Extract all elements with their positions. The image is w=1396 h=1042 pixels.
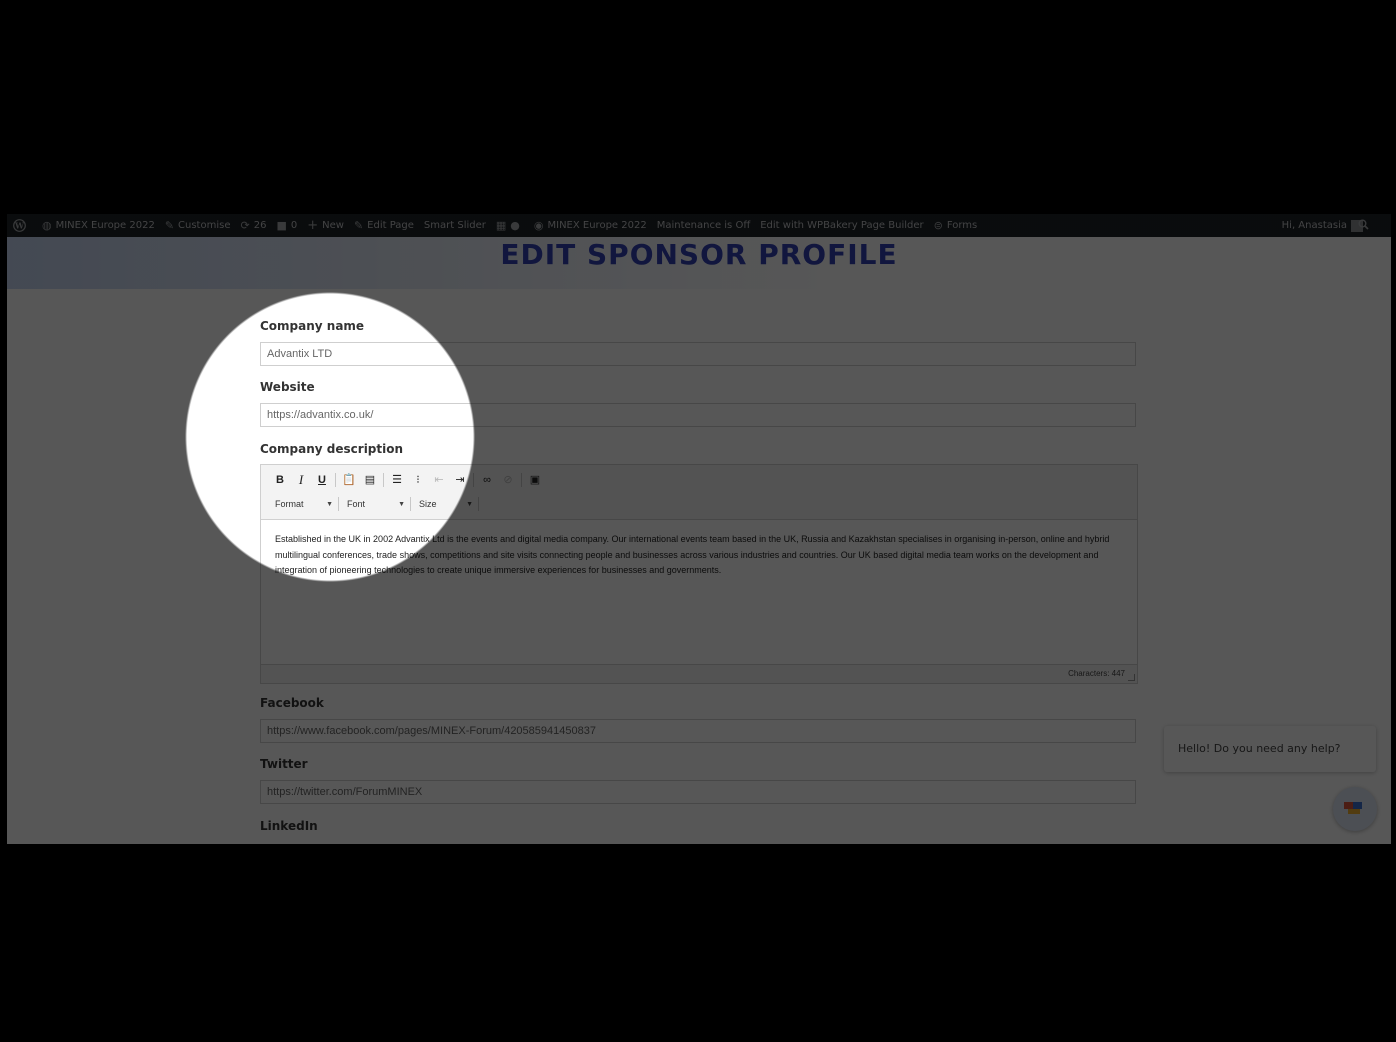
format-select[interactable]: Format ▼ xyxy=(271,496,337,512)
twitter-input[interactable]: https://twitter.com/ForumMINEX xyxy=(260,780,1136,804)
page-title: EDIT SPONSOR PROFILE xyxy=(500,238,898,271)
refresh-icon: ⟳ xyxy=(240,219,250,232)
wpbakery-link[interactable]: Edit with WPBakery Page Builder xyxy=(760,214,923,237)
maintenance-link[interactable]: Maintenance is Off xyxy=(657,214,751,237)
comments-link[interactable]: ■ 0 xyxy=(276,214,297,237)
brush-icon: ✎ xyxy=(164,219,175,232)
chevron-down-icon: ▼ xyxy=(326,500,333,508)
chat-launcher-button[interactable] xyxy=(1333,787,1377,831)
chevron-down-icon: ▼ xyxy=(466,500,473,508)
comment-icon: ■ xyxy=(276,219,287,232)
indent-icon[interactable]: ⇥ xyxy=(451,473,469,487)
search-icon[interactable] xyxy=(1358,219,1369,233)
paste-icon[interactable]: 📋 xyxy=(340,473,358,487)
plugin-icon-link[interactable]: ▦ ● xyxy=(496,214,524,237)
dashboard-icon: ◍ xyxy=(42,219,52,232)
pencil-icon: ✎ xyxy=(353,219,364,232)
toolbar-separator xyxy=(335,473,336,487)
company-name-label: Company name xyxy=(260,319,365,333)
toolbar-separator xyxy=(383,473,384,487)
new-content-link[interactable]: + New xyxy=(307,214,344,237)
numbered-list-icon[interactable]: ☰ xyxy=(388,473,406,487)
site-name-link[interactable]: ◍ MINEX Europe 2022 xyxy=(42,214,155,237)
smart-slider-link[interactable]: Smart Slider xyxy=(424,214,486,237)
company-description-label: Company description xyxy=(260,442,404,456)
paste-text-icon[interactable]: ▤ xyxy=(361,473,379,487)
chevron-down-icon: ▼ xyxy=(398,500,405,508)
toolbar-separator xyxy=(521,473,522,487)
rich-text-editor: B I U 📋 ▤ ☰ ⁝ ⇤ ⇥ ∞ ⊘ ▣ Format ▼ Font ▼ … xyxy=(260,464,1138,684)
bold-button[interactable]: B xyxy=(271,473,289,487)
facebook-input[interactable]: https://www.facebook.com/pages/MINEX-For… xyxy=(260,719,1136,743)
toolbar-separator xyxy=(410,497,411,511)
linkedin-label: LinkedIn xyxy=(260,819,318,833)
svg-text:W: W xyxy=(14,221,25,231)
facebook-label: Facebook xyxy=(260,696,324,710)
chat-logo-icon xyxy=(1344,802,1362,814)
editor-content[interactable]: Established in the UK in 2002 Advantix L… xyxy=(261,520,1137,663)
eye-icon: ◉ xyxy=(533,219,544,232)
company-name-input[interactable]: Advantix LTD xyxy=(260,342,1136,366)
italic-button[interactable]: I xyxy=(292,473,310,487)
updates-link[interactable]: ⟳ 26 xyxy=(240,214,266,237)
character-count: Characters: 447 xyxy=(1068,669,1125,678)
forms-icon: ⊜ xyxy=(933,219,943,232)
unlink-icon[interactable]: ⊘ xyxy=(499,473,517,487)
outdent-icon[interactable]: ⇤ xyxy=(430,473,448,487)
toolbar-separator xyxy=(473,473,474,487)
website-label: Website xyxy=(260,380,315,394)
resize-handle-icon[interactable] xyxy=(1128,674,1135,681)
wordpress-logo-icon[interactable]: W xyxy=(13,214,26,237)
image-icon[interactable]: ▣ xyxy=(526,473,544,487)
wp-admin-bar: W ◍ MINEX Europe 2022 ✎ Customise ⟳ 26 ■… xyxy=(7,214,1391,237)
size-select[interactable]: Size ▼ xyxy=(415,496,477,512)
forms-link[interactable]: ⊜ Forms xyxy=(934,214,978,237)
customise-link[interactable]: ✎ Customise xyxy=(165,214,231,237)
browser-viewport: W ◍ MINEX Europe 2022 ✎ Customise ⟳ 26 ■… xyxy=(7,214,1391,844)
editor-statusbar: Characters: 447 xyxy=(261,664,1137,683)
edit-page-link[interactable]: ✎ Edit Page xyxy=(354,214,414,237)
editor-toolbar: B I U 📋 ▤ ☰ ⁝ ⇤ ⇥ ∞ ⊘ ▣ Format ▼ Font ▼ … xyxy=(261,465,1137,520)
link-icon[interactable]: ∞ xyxy=(478,473,496,487)
website-input[interactable]: https://advantix.co.uk/ xyxy=(260,403,1136,427)
chat-greeting-bubble[interactable]: Hello! Do you need any help? xyxy=(1164,726,1376,772)
account-menu[interactable]: Hi, Anastasia xyxy=(1282,214,1363,237)
status-dot-icon: ● xyxy=(510,219,520,232)
site-name-link-2[interactable]: ◉ MINEX Europe 2022 xyxy=(534,214,647,237)
plugin-icon: ▦ xyxy=(495,219,507,232)
twitter-label: Twitter xyxy=(260,757,308,771)
bulleted-list-icon[interactable]: ⁝ xyxy=(409,473,427,487)
toolbar-separator xyxy=(478,497,479,511)
toolbar-separator xyxy=(338,497,339,511)
underline-button[interactable]: U xyxy=(313,473,331,487)
font-select[interactable]: Font ▼ xyxy=(343,496,409,512)
plus-icon: + xyxy=(307,218,319,233)
